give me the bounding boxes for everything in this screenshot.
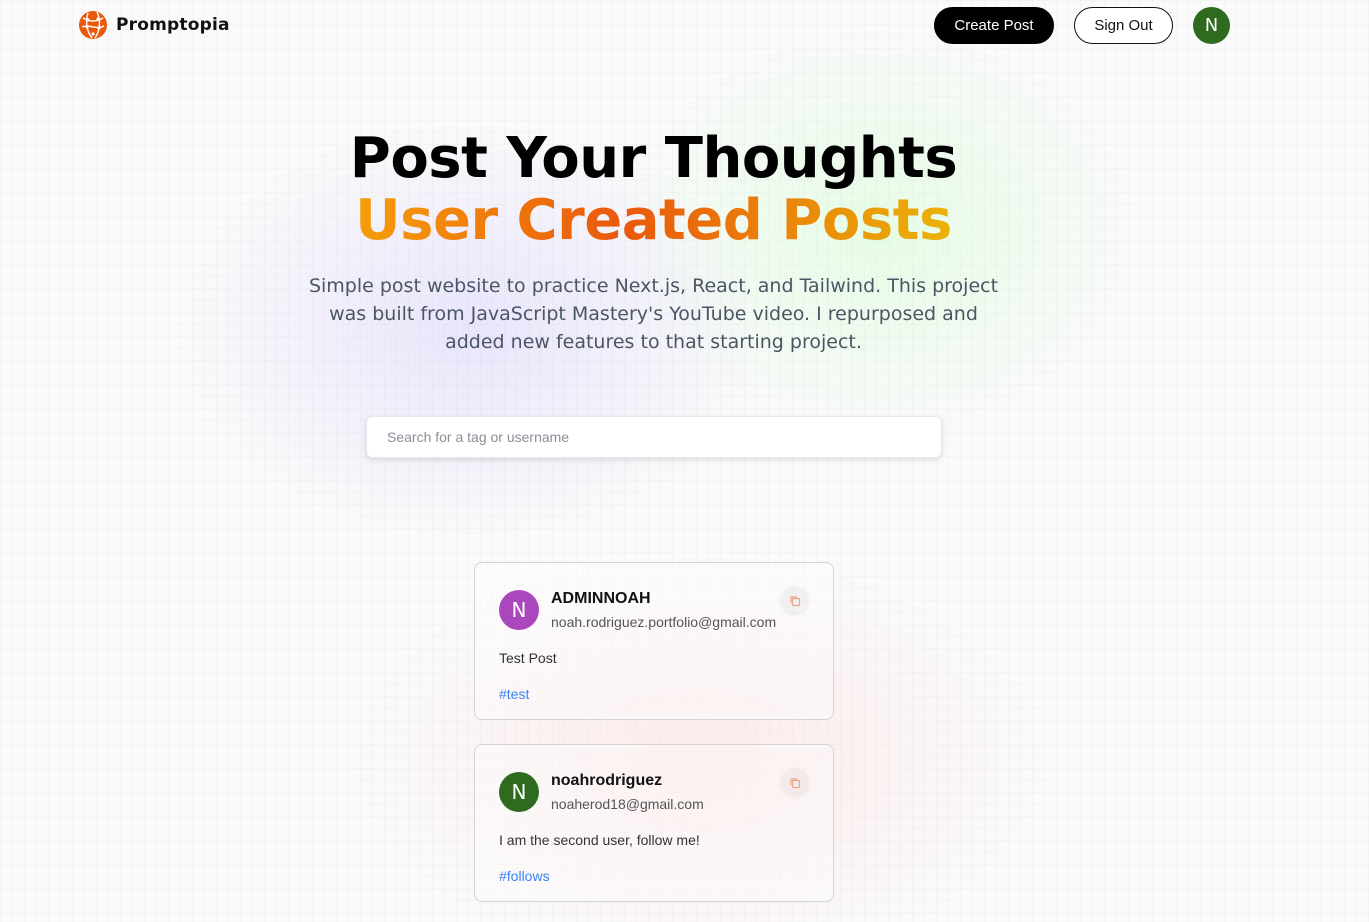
hero-section: Post Your Thoughts User Created Posts Si… — [0, 128, 1307, 356]
post-author-email: noaherod18@gmail.com — [551, 796, 704, 812]
user-avatar[interactable]: N — [1193, 7, 1230, 44]
post-author-email: noah.rodriguez.portfolio@gmail.com — [551, 614, 777, 630]
copy-button[interactable] — [781, 587, 809, 615]
copy-icon — [790, 596, 801, 607]
hero-description: Simple post website to practice Next.js,… — [308, 275, 999, 353]
brand-logo-link[interactable]: Promptopia — [78, 10, 230, 40]
post-author-avatar[interactable]: N — [499, 590, 539, 630]
hero-title: Post Your Thoughts User Created Posts — [0, 128, 1307, 252]
create-post-button[interactable]: Create Post — [934, 7, 1054, 44]
copy-icon — [790, 778, 801, 789]
post-tag[interactable]: #follows — [499, 868, 550, 884]
post-author-username[interactable]: ADMINNOAH — [551, 590, 651, 608]
post-tag[interactable]: #test — [499, 686, 529, 702]
post-author-username[interactable]: noahrodriguez — [551, 772, 662, 790]
hero-title-line2: User Created Posts — [355, 188, 952, 253]
hero-title-line1: Post Your Thoughts — [349, 126, 958, 191]
search-form — [366, 416, 942, 458]
post-feed: N ADMINNOAH noah.rodriguez.portfolio@gma… — [474, 562, 834, 922]
post-author-avatar[interactable]: N — [499, 772, 539, 812]
post-card: N noahrodriguez noaherod18@gmail.com I a… — [474, 744, 834, 902]
nav-actions: Create Post Sign Out N — [934, 7, 1230, 44]
globe-network-icon — [79, 11, 107, 39]
sign-out-button[interactable]: Sign Out — [1074, 7, 1173, 44]
post-text: I am the second user, follow me! — [499, 832, 700, 848]
post-text: Test Post — [499, 650, 557, 666]
brand-name: Promptopia — [116, 15, 230, 35]
copy-button[interactable] — [781, 769, 809, 797]
search-input[interactable] — [366, 416, 942, 458]
post-card: N ADMINNOAH noah.rodriguez.portfolio@gma… — [474, 562, 834, 720]
